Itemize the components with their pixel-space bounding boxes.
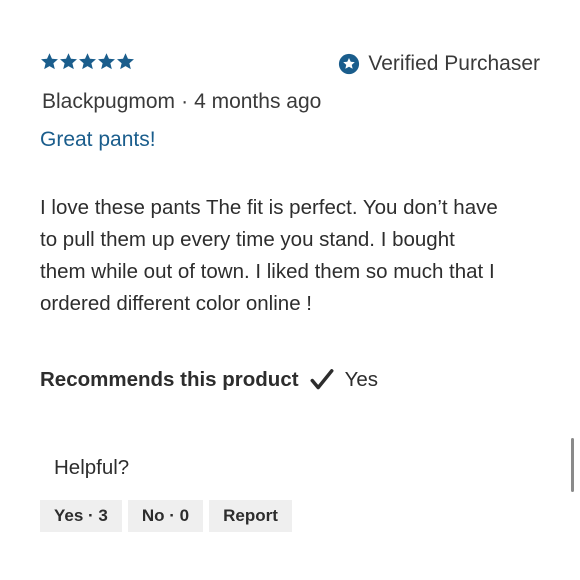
recommends-row: Recommends this product Yes <box>40 367 378 393</box>
review-time: 4 months ago <box>194 90 322 113</box>
star-icon <box>78 52 97 71</box>
recommends-label: Recommends this product <box>40 368 299 391</box>
star-badge-icon <box>338 53 360 75</box>
author-name: Blackpugmom <box>42 90 176 113</box>
star-icon <box>40 52 59 71</box>
review-byline: Blackpugmom · 4 months ago <box>42 90 321 114</box>
helpful-label: Helpful? <box>54 456 130 479</box>
helpful-yes-button[interactable]: Yes · 3 <box>40 500 122 532</box>
star-icon <box>116 52 135 71</box>
verified-purchaser-badge: Verified Purchaser <box>338 52 540 76</box>
report-button[interactable]: Report <box>209 500 292 532</box>
helpful-actions: Yes · 3 No · 0 Report <box>40 500 292 532</box>
helpful-no-button[interactable]: No · 0 <box>127 500 204 532</box>
recommends-value: Yes <box>344 368 379 391</box>
star-icon <box>97 52 116 71</box>
byline-separator: · <box>181 90 189 113</box>
verified-purchaser-label: Verified Purchaser <box>368 52 540 75</box>
review-card: Verified Purchaser Blackpugmom · 4 month… <box>0 0 580 580</box>
review-title: Great pants! <box>40 128 156 151</box>
star-icon <box>59 52 78 71</box>
star-rating <box>40 52 135 71</box>
checkmark-icon <box>309 367 335 393</box>
scrollbar[interactable] <box>571 438 574 492</box>
review-body: I love these pants The fit is perfect. Y… <box>40 196 498 315</box>
